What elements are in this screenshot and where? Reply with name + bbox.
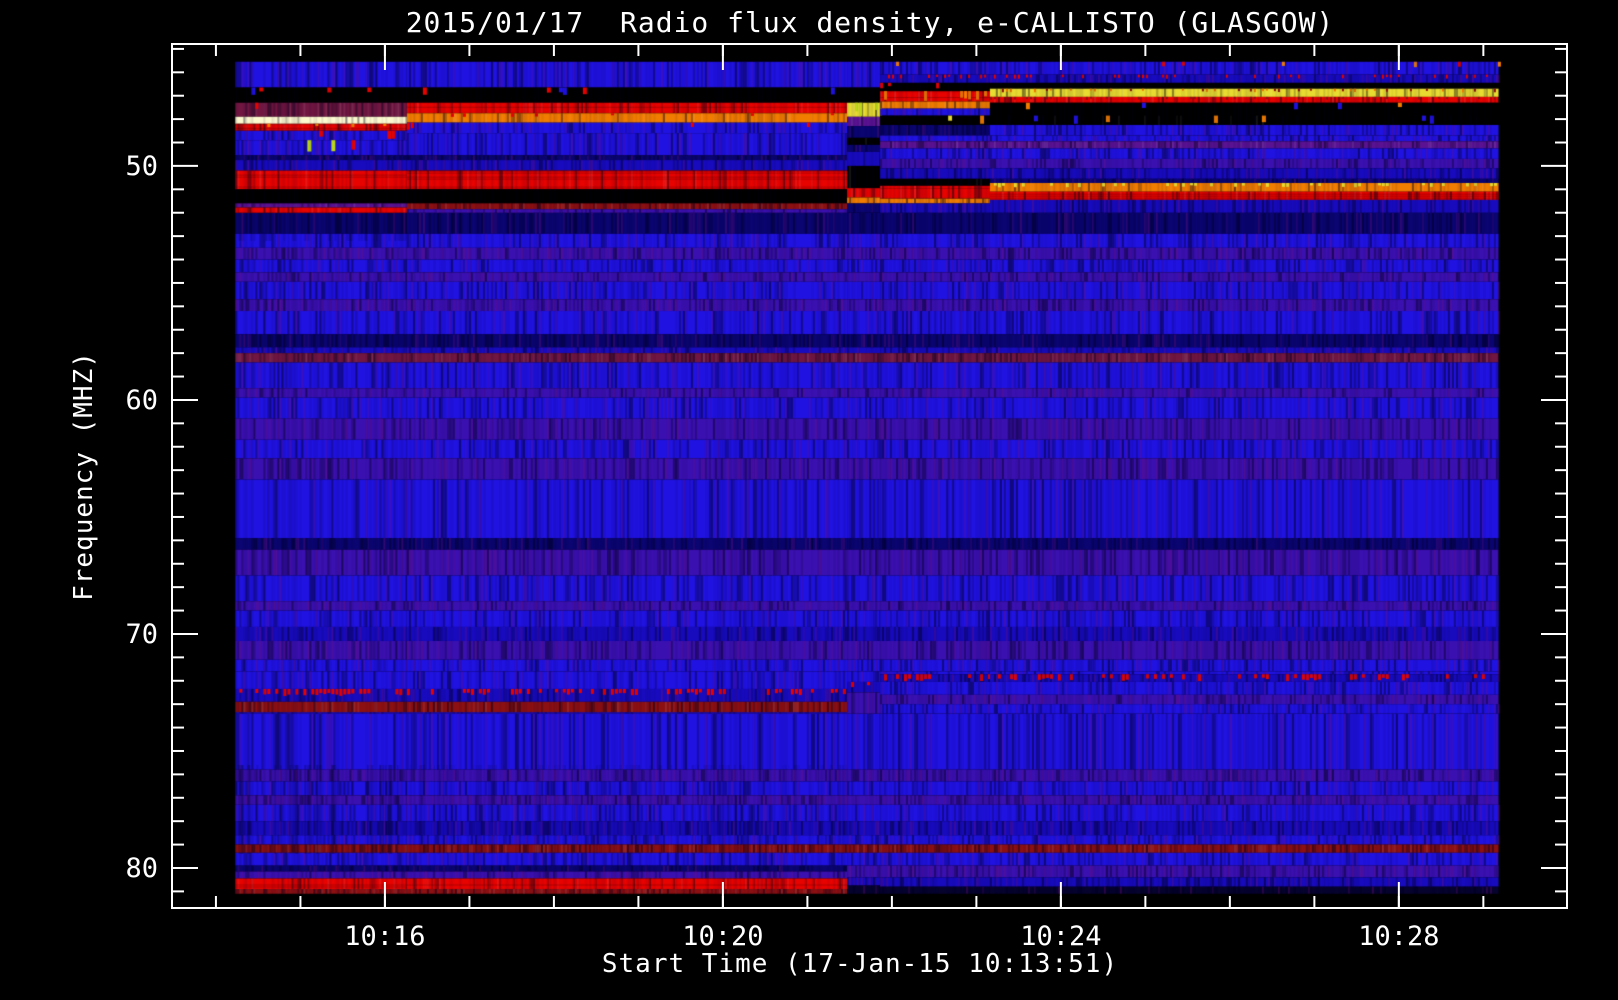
svg-text:10:28: 10:28 (1358, 921, 1439, 952)
svg-text:50: 50 (125, 151, 158, 182)
axes-overlay: 10:16 10:20 10:24 10:28 50 60 70 80 Frequency (… (69, 43, 1568, 979)
svg-text:60: 60 (125, 385, 158, 416)
svg-text:10:20: 10:20 (682, 921, 763, 952)
axis-ticks (172, 44, 1567, 908)
plot-frame (171, 43, 1568, 909)
x-axis-label: Start Time (17-Jan-15 10:13:51) (602, 949, 1118, 979)
y-axis-label: Frequency (MHZ) (69, 351, 99, 601)
axis-tick-labels: 10:16 10:20 10:24 10:28 50 60 70 80 (125, 151, 1439, 952)
svg-text:70: 70 (125, 619, 158, 650)
svg-text:10:24: 10:24 (1020, 921, 1101, 952)
spectrogram-figure: 2015/01/17 Radio flux density, e-CALLIST… (0, 0, 1618, 1000)
svg-text:10:16: 10:16 (344, 921, 425, 952)
svg-text:80: 80 (125, 853, 158, 884)
